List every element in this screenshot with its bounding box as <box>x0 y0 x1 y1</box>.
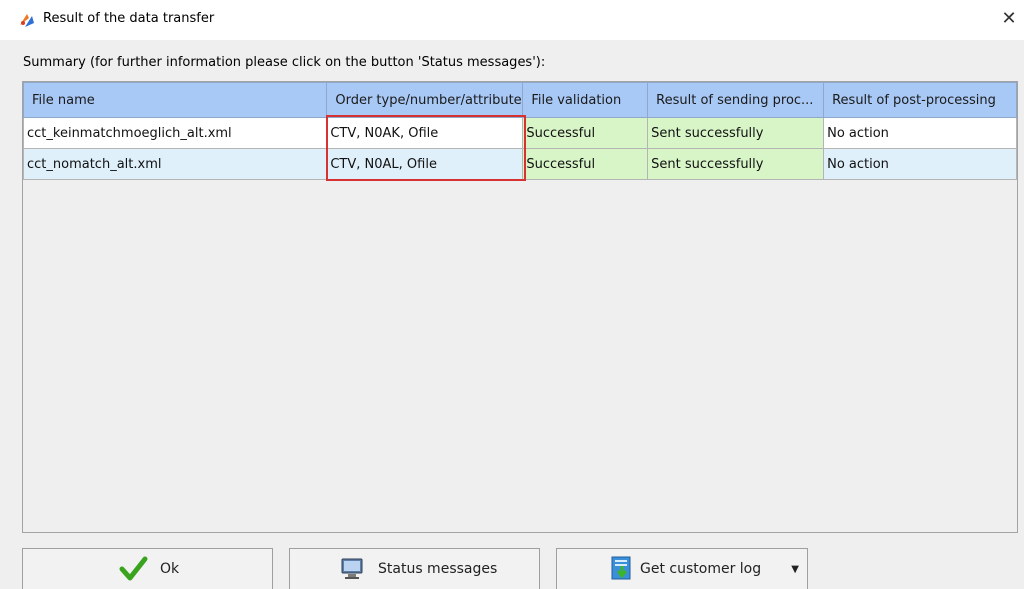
title-bar: Result of the data transfer ✕ <box>0 0 1024 40</box>
cell-file-name: cct_nomatch_alt.xml <box>22 148 328 180</box>
column-header-post-processing[interactable]: Result of post-processing <box>823 82 1017 118</box>
cell-file-validation: Successful <box>522 117 649 149</box>
column-header-file-validation[interactable]: File validation <box>522 82 649 118</box>
dropdown-arrow-icon[interactable]: ▼ <box>791 564 799 575</box>
monitor-icon <box>341 558 363 579</box>
table-header-row: File name Order type/number/attribute Fi… <box>22 82 1017 118</box>
results-table: File name Order type/number/attribute Fi… <box>22 82 1017 180</box>
cell-sending-result: Sent successfully <box>647 117 825 149</box>
cell-post-processing: No action <box>823 117 1017 149</box>
log-download-icon <box>611 556 631 580</box>
column-header-sending-result[interactable]: Result of sending proc... <box>647 82 825 118</box>
status-messages-button[interactable]: Status messages <box>289 548 540 589</box>
cell-file-name: cct_keinmatchmoeglich_alt.xml <box>22 117 328 149</box>
cell-order-type: CTV, N0AL, Ofile <box>326 148 524 180</box>
dialog-window: Result of the data transfer ✕ Summary (f… <box>0 0 1024 589</box>
column-header-file-name[interactable]: File name <box>22 82 328 118</box>
get-customer-log-label: Get customer log <box>640 561 762 577</box>
ok-button-label: Ok <box>160 561 180 577</box>
table-row[interactable]: cct_keinmatchmoeglich_alt.xml CTV, N0AK,… <box>22 117 1017 149</box>
get-customer-log-button[interactable]: Get customer log ▼ <box>556 548 808 589</box>
ok-button[interactable]: Ok <box>22 548 273 589</box>
checkmark-icon <box>119 556 148 581</box>
app-logo-icon <box>20 14 34 27</box>
cell-file-validation: Successful <box>522 148 649 180</box>
table-row[interactable]: cct_nomatch_alt.xml CTV, N0AL, Ofile Suc… <box>22 148 1017 180</box>
cell-post-processing: No action <box>823 148 1017 180</box>
summary-text: Summary (for further information please … <box>23 55 546 70</box>
results-table-area: File name Order type/number/attribute Fi… <box>22 81 1018 533</box>
cell-sending-result: Sent successfully <box>647 148 825 180</box>
close-icon[interactable]: ✕ <box>998 7 1020 31</box>
window-title: Result of the data transfer <box>43 11 215 26</box>
cell-order-type: CTV, N0AK, Ofile <box>326 117 524 149</box>
column-header-order-type[interactable]: Order type/number/attribute <box>326 82 524 118</box>
status-messages-label: Status messages <box>378 561 498 577</box>
